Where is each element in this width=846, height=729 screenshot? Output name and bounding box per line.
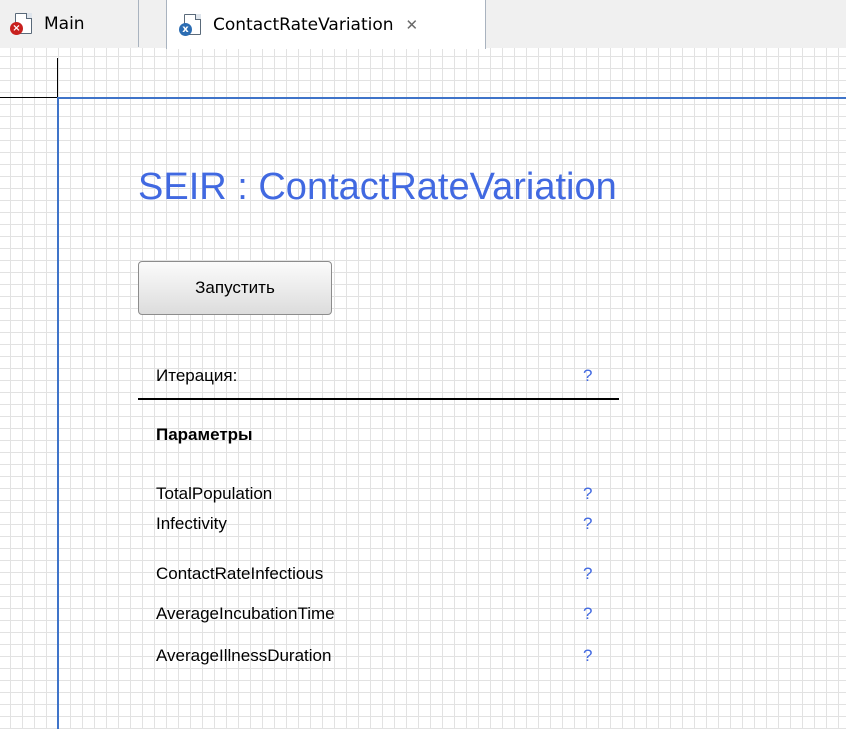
param-value: ? [583,514,593,533]
close-tab-icon[interactable]: ✕ [406,16,419,34]
param-name: AverageIncubationTime [156,604,335,623]
iteration-label: Итерация: [156,366,238,385]
tab-main[interactable]: × Main [0,0,139,47]
param-value: ? [583,484,593,503]
experiment-doc-icon: x [179,13,203,37]
origin-marker-vertical [57,58,58,100]
tab-contact-rate-variation-label: ContactRateVariation [213,14,394,35]
param-name: ContactRateInfectious [156,564,324,583]
editor-canvas[interactable] [0,48,846,729]
tab-main-label: Main [44,13,85,34]
param-name: TotalPopulation [156,484,273,503]
editor-tab-bar: × Main x ContactRateVariation ✕ [0,0,846,49]
experiment-title: SEIR : ContactRateVariation [138,166,617,208]
frame-left-border [57,97,59,729]
param-name: AverageIllnessDuration [156,646,332,665]
separator-line [138,398,619,400]
param-value: ? [583,564,593,583]
param-value: ? [583,604,593,623]
tab-contact-rate-variation[interactable]: x ContactRateVariation ✕ [166,0,486,49]
parameters-heading: Параметры [156,425,253,444]
run-button[interactable]: Запустить [138,261,332,315]
model-lock-icon: × [10,12,34,36]
param-value: ? [583,646,593,665]
iteration-value: ? [583,366,593,385]
frame-top-border [57,97,846,99]
param-name: Infectivity [156,514,227,533]
origin-marker-horizontal [0,97,57,98]
